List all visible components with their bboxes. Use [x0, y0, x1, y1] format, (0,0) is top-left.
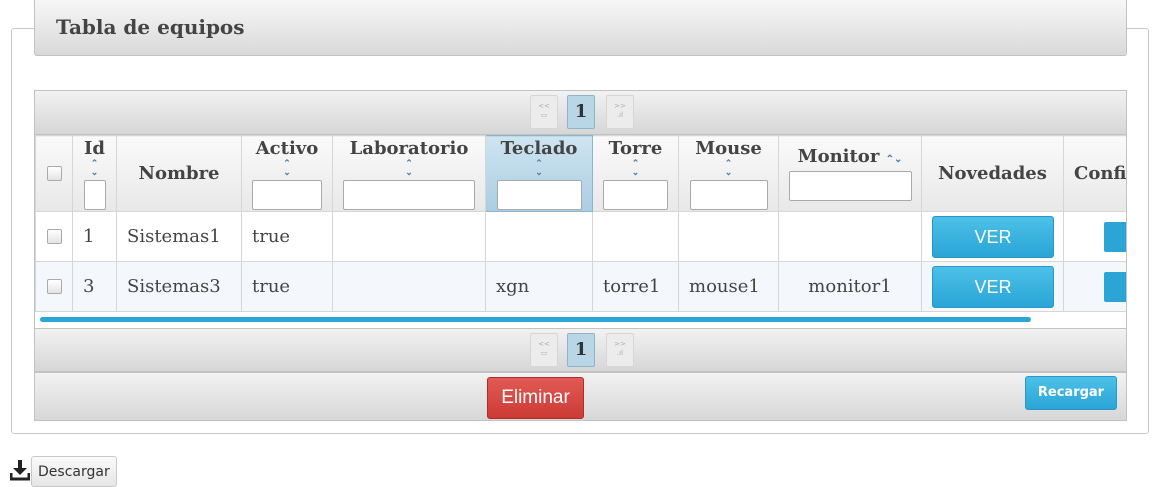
equipos-table: Id ⌃ ⌄ Nombre Activo ⌃ ⌄ Laboratorio ⌃ ⌄ Te…	[35, 135, 1126, 312]
sort-icon[interactable]: ⌃⌄	[681, 159, 776, 178]
select-all-header[interactable]	[35, 135, 73, 212]
page-number-button[interactable]: 1	[567, 333, 595, 367]
descargar-button[interactable]: Descargar	[31, 456, 117, 487]
table-footer: Eliminar Recargar	[35, 372, 1126, 420]
last-page-button[interactable]: >> .ıl	[606, 333, 634, 367]
last-page-button[interactable]: >> .ıl	[606, 95, 634, 129]
sort-icon[interactable]: ⌃⌄	[488, 159, 590, 178]
sort-icon[interactable]: ⌃⌄	[595, 159, 676, 178]
column-header-activo[interactable]: Activo ⌃ ⌄	[241, 135, 333, 212]
column-header-nombre: Nombre	[116, 135, 242, 212]
sort-icon[interactable]: ⌃⌄	[244, 159, 330, 178]
column-header-torre[interactable]: Torre ⌃ ⌄	[592, 135, 679, 212]
first-page-button[interactable]: << ▭	[530, 333, 558, 367]
cell-mouse: mouse1	[678, 261, 779, 312]
select-all-checkbox[interactable]	[46, 166, 62, 181]
column-header-monitor[interactable]: Monitor ⌃⌄	[778, 135, 922, 212]
column-header-novedades: Novedades	[921, 135, 1064, 212]
sort-icon[interactable]: ⌃⌄	[75, 159, 114, 178]
download-icon[interactable]	[10, 459, 30, 481]
cell-novedades: VER	[921, 261, 1064, 312]
row-checkbox[interactable]	[46, 279, 62, 294]
cell-activo: true	[241, 211, 333, 262]
first-page-button[interactable]: << ▭	[530, 95, 558, 129]
cell-torre: torre1	[592, 261, 679, 312]
filter-activo-input[interactable]	[252, 179, 322, 210]
column-header-teclado[interactable]: Teclado ⌃ ⌄	[485, 135, 593, 212]
column-header-id[interactable]: Id ⌃ ⌄	[72, 135, 117, 212]
table-row[interactable]: 1 Sistemas1 true VER	[35, 211, 1126, 262]
cell-teclado	[485, 211, 593, 262]
ver-novedades-button[interactable]: VER	[932, 265, 1054, 308]
sort-icon[interactable]: ⌃⌄	[886, 154, 903, 165]
cell-id: 3	[72, 261, 117, 312]
horizontal-scrollbar[interactable]	[40, 317, 1031, 322]
cell-id: 1	[72, 211, 117, 262]
filter-laboratorio-input[interactable]	[343, 179, 475, 210]
table-row[interactable]: 3 Sistemas3 true xgn torre1 mouse1 monit…	[35, 261, 1126, 312]
filter-torre-input[interactable]	[603, 179, 668, 210]
column-header-config: Confi	[1063, 135, 1126, 212]
cell-config	[1063, 261, 1126, 312]
sort-icon[interactable]: ⌃⌄	[335, 159, 483, 178]
row-checkbox[interactable]	[46, 229, 62, 244]
filter-mouse-input[interactable]	[689, 179, 768, 210]
cell-nombre: Sistemas3	[116, 261, 242, 312]
eliminar-button[interactable]: Eliminar	[487, 377, 584, 419]
config-button[interactable]	[1104, 221, 1126, 252]
config-button[interactable]	[1104, 271, 1126, 302]
cell-torre	[592, 211, 679, 262]
cell-monitor: monitor1	[778, 261, 922, 312]
paginator-bottom: << ▭ 1 >> .ıl	[35, 328, 1126, 372]
cell-config	[1063, 211, 1126, 262]
panel-title: Tabla de equipos	[34, 0, 1127, 56]
column-header-mouse[interactable]: Mouse ⌃ ⌄	[678, 135, 779, 212]
column-header-laboratorio[interactable]: Laboratorio ⌃ ⌄	[332, 135, 486, 212]
cell-laboratorio	[332, 261, 486, 312]
cell-mouse	[678, 211, 779, 262]
filter-id-input[interactable]	[83, 179, 106, 210]
filter-teclado-input[interactable]	[496, 179, 582, 210]
page-number-button[interactable]: 1	[567, 95, 595, 129]
cell-novedades: VER	[921, 211, 1064, 262]
header-row: Id ⌃ ⌄ Nombre Activo ⌃ ⌄ Laboratorio ⌃ ⌄ Te…	[35, 135, 1126, 212]
row-select-cell[interactable]	[35, 261, 73, 312]
equipos-datatable: << ▭ 1 >> .ıl Id ⌃ ⌄ Nombre Activo ⌃ ⌄ L…	[34, 90, 1127, 421]
cell-monitor	[778, 211, 922, 262]
row-select-cell[interactable]	[35, 211, 73, 262]
recargar-button[interactable]: Recargar	[1025, 376, 1117, 410]
cell-nombre: Sistemas1	[116, 211, 242, 262]
cell-activo: true	[241, 261, 333, 312]
cell-laboratorio	[332, 211, 486, 262]
cell-teclado: xgn	[485, 261, 593, 312]
filter-monitor-input[interactable]	[788, 171, 912, 201]
ver-novedades-button[interactable]: VER	[932, 215, 1054, 258]
paginator-top: << ▭ 1 >> .ıl	[35, 91, 1126, 135]
